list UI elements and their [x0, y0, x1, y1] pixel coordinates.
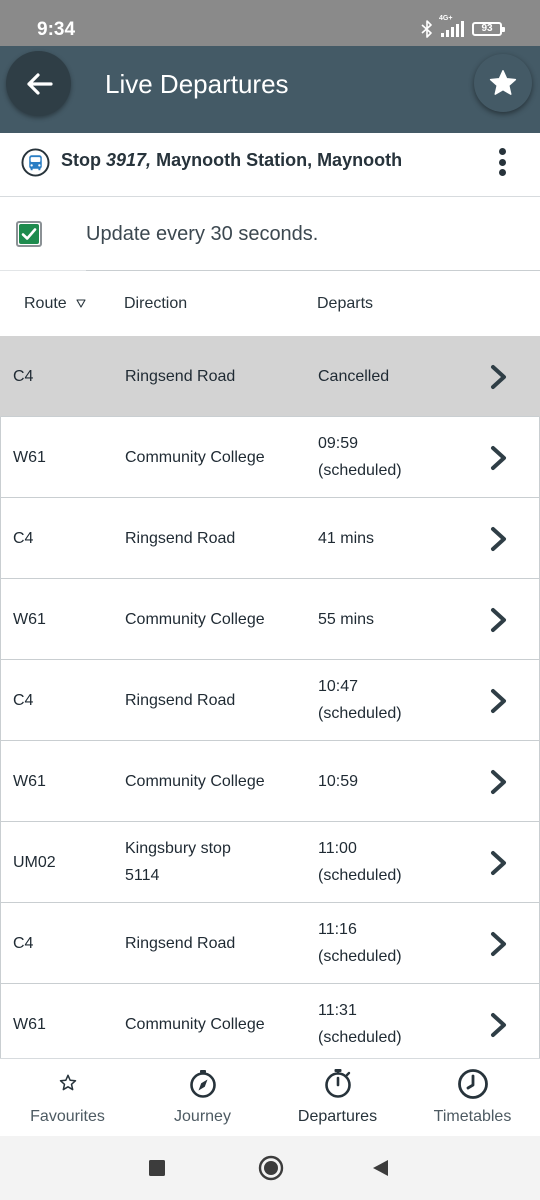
chevron-right-icon[interactable]	[488, 688, 510, 714]
direction: Ringsend Road	[125, 530, 236, 547]
direction: Ringsend Road	[125, 935, 236, 952]
route-number: UM02	[13, 854, 56, 871]
chevron-right-icon[interactable]	[488, 607, 510, 633]
chevron-right-icon[interactable]	[488, 445, 510, 471]
departure-row[interactable]: W61 Community College 11:31 (scheduled)	[0, 984, 540, 1065]
departs: 11:31 (scheduled)	[318, 1002, 402, 1046]
route-number: C4	[13, 530, 34, 547]
departs: 09:59 (scheduled)	[318, 435, 402, 479]
route-number: W61	[13, 1016, 46, 1033]
signal-icon: 4G+	[439, 15, 464, 37]
recents-icon[interactable]	[149, 1160, 165, 1176]
nav-label: Journey	[174, 1108, 231, 1125]
nav-journey[interactable]: Journey	[135, 1059, 270, 1137]
chevron-right-icon[interactable]	[488, 364, 510, 390]
departs: 11:16 (scheduled)	[318, 921, 402, 965]
direction: Ringsend Road	[125, 368, 236, 385]
route-number: C4	[13, 368, 34, 385]
chevron-right-icon[interactable]	[488, 1012, 510, 1038]
departs: 10:47 (scheduled)	[318, 678, 402, 722]
clock-icon	[457, 1069, 488, 1099]
departure-row[interactable]: W61 Community College 09:59 (scheduled)	[0, 417, 540, 498]
network-type: 4G+	[439, 15, 453, 22]
route-number: W61	[13, 611, 46, 628]
direction: Community College	[125, 1016, 265, 1033]
table-header: Route Direction Departs	[0, 271, 540, 336]
column-departs[interactable]: Departs	[317, 294, 373, 314]
departs: 10:59	[318, 773, 359, 790]
nav-label: Departures	[297, 1108, 378, 1125]
stop-number: 3917,	[106, 150, 152, 170]
update-checkbox[interactable]	[16, 221, 42, 247]
nav-departures[interactable]: Departures	[270, 1059, 405, 1137]
back-nav-icon[interactable]	[371, 1159, 389, 1177]
more-vert-icon	[498, 148, 506, 155]
star-icon	[489, 70, 517, 95]
battery-level: 93	[481, 23, 493, 34]
departs: 55 mins	[318, 611, 375, 628]
bottom-navigation: Favourites Journey Departures Timetables	[0, 1058, 540, 1136]
system-navigation-bar	[0, 1136, 540, 1200]
bus-stop-icon	[21, 148, 50, 177]
page-title: Live Departures	[105, 69, 289, 99]
departure-row[interactable]: C4 Ringsend Road Cancelled	[0, 336, 540, 417]
home-icon[interactable]	[258, 1155, 284, 1181]
route-number: W61	[13, 449, 46, 466]
sort-descending-icon[interactable]	[76, 299, 86, 308]
app-bar: Live Departures	[0, 46, 540, 133]
departure-row[interactable]: UM02 Kingsbury stop 5114 11:00 (scheduled)	[0, 822, 540, 903]
departure-row[interactable]: C4 Ringsend Road 11:16 (scheduled)	[0, 903, 540, 984]
back-button[interactable]	[6, 51, 71, 116]
direction: Community College	[125, 611, 265, 628]
departs: 41 mins	[318, 530, 375, 547]
nav-favourites[interactable]: Favourites	[0, 1059, 135, 1137]
bluetooth-icon	[421, 20, 432, 38]
status-icons: 4G+ 93	[421, 15, 505, 41]
stopwatch-icon	[324, 1069, 351, 1098]
column-route[interactable]: Route	[24, 294, 67, 314]
nav-timetables[interactable]: Timetables	[405, 1059, 540, 1137]
stop-info: Stop 3917, Maynooth Station, Maynooth	[0, 133, 540, 197]
direction: Ringsend Road	[125, 692, 236, 709]
arrow-back-icon	[26, 72, 53, 95]
check-icon	[21, 228, 37, 240]
chevron-right-icon[interactable]	[488, 850, 510, 876]
stop-name: Maynooth Station, Maynooth	[156, 150, 403, 170]
favourite-button[interactable]	[474, 54, 532, 112]
stop-title: Stop 3917, Maynooth Station, Maynooth	[61, 149, 402, 171]
route-number: C4	[13, 935, 34, 952]
status-time: 9:34	[37, 19, 76, 40]
departs: Cancelled	[318, 368, 390, 385]
route-number: W61	[13, 773, 46, 790]
departure-row[interactable]: C4 Ringsend Road 10:47 (scheduled)	[0, 660, 540, 741]
update-row: Update every 30 seconds.	[0, 198, 540, 270]
direction: Community College	[125, 449, 265, 466]
direction: Kingsbury stop 5114	[125, 840, 231, 884]
column-direction[interactable]: Direction	[124, 294, 187, 314]
departs: 11:00 (scheduled)	[318, 840, 402, 884]
departure-row[interactable]: W61 Community College 10:59	[0, 741, 540, 822]
chevron-right-icon[interactable]	[488, 931, 510, 957]
route-number: C4	[13, 692, 34, 709]
star-outline-icon	[59, 1074, 76, 1091]
nav-label: Timetables	[433, 1108, 512, 1125]
departures-list: C4 Ringsend Road Cancelled W61 Community…	[0, 336, 540, 1065]
status-bar: 9:34 4G+ 93	[0, 0, 540, 46]
chevron-right-icon[interactable]	[488, 769, 510, 795]
battery-icon: 93	[472, 22, 505, 36]
compass-icon	[189, 1070, 216, 1098]
departure-row[interactable]: C4 Ringsend Road 41 mins	[0, 498, 540, 579]
departure-row[interactable]: W61 Community College 55 mins	[0, 579, 540, 660]
more-options-button[interactable]	[488, 145, 516, 179]
direction: Community College	[125, 773, 265, 790]
stop-prefix: Stop	[61, 150, 101, 170]
chevron-right-icon[interactable]	[488, 526, 510, 552]
update-label: Update every 30 seconds.	[86, 223, 319, 245]
nav-label: Favourites	[30, 1108, 105, 1125]
